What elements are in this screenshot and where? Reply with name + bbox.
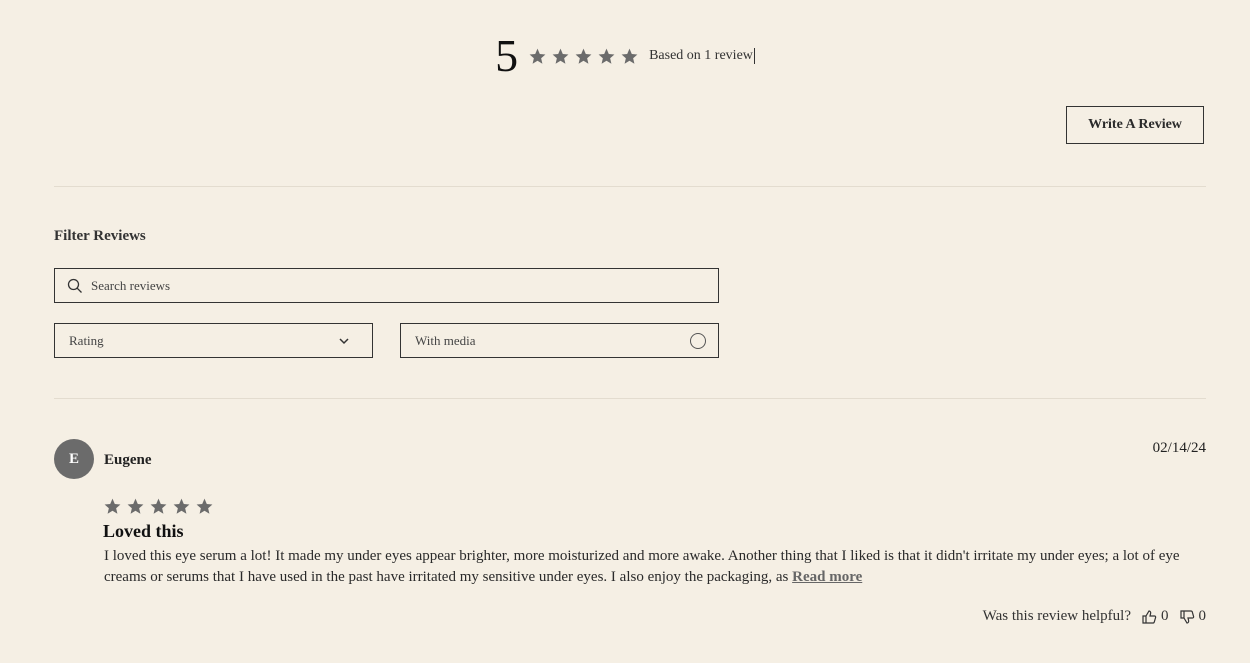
rating-select-label: Rating	[69, 332, 104, 348]
summary-stars	[528, 47, 639, 66]
with-media-radio[interactable]	[690, 332, 706, 349]
star-icon	[574, 47, 593, 66]
divider	[54, 398, 1206, 399]
thumbs-up-icon[interactable]	[1141, 609, 1157, 625]
star-icon	[620, 47, 639, 66]
star-icon	[149, 497, 168, 516]
review-stars	[103, 497, 214, 516]
helpful-row: Was this review helpful? 0 0	[900, 608, 1206, 625]
star-icon	[103, 497, 122, 516]
review-count-text: Based on 1 review	[649, 48, 755, 64]
with-media-label: With media	[415, 332, 476, 348]
filter-reviews-title: Filter Reviews	[54, 228, 146, 244]
star-icon	[172, 497, 191, 516]
star-icon	[126, 497, 145, 516]
helpful-label: Was this review helpful?	[982, 608, 1131, 624]
helpful-no-count: 0	[1198, 608, 1207, 624]
review-summary: 5 Based on 1 review	[0, 30, 1250, 82]
star-icon	[195, 497, 214, 516]
review-author: Eugene	[104, 452, 152, 468]
helpful-yes-count: 0	[1161, 608, 1169, 624]
chevron-down-icon	[339, 337, 349, 344]
search-box[interactable]	[54, 268, 719, 303]
search-icon	[67, 278, 82, 293]
star-icon	[597, 47, 616, 66]
rating-select[interactable]: Rating	[54, 323, 373, 358]
thumbs-down-icon[interactable]	[1179, 609, 1195, 625]
review-title: Loved this	[103, 521, 184, 541]
divider	[54, 186, 1206, 187]
review-text: I loved this eye serum a lot! It made my…	[104, 548, 1180, 585]
avatar: E	[54, 439, 94, 479]
search-input[interactable]	[89, 276, 693, 295]
average-rating: 5	[495, 30, 519, 81]
star-icon	[528, 47, 547, 66]
review-date: 02/14/24	[1152, 440, 1206, 456]
review-body: I loved this eye serum a lot! It made my…	[104, 546, 1204, 588]
read-more-link[interactable]: Read more	[792, 569, 862, 585]
star-icon	[551, 47, 570, 66]
with-media-toggle[interactable]: With media	[400, 323, 719, 358]
write-review-button[interactable]: Write A Review	[1066, 106, 1204, 144]
